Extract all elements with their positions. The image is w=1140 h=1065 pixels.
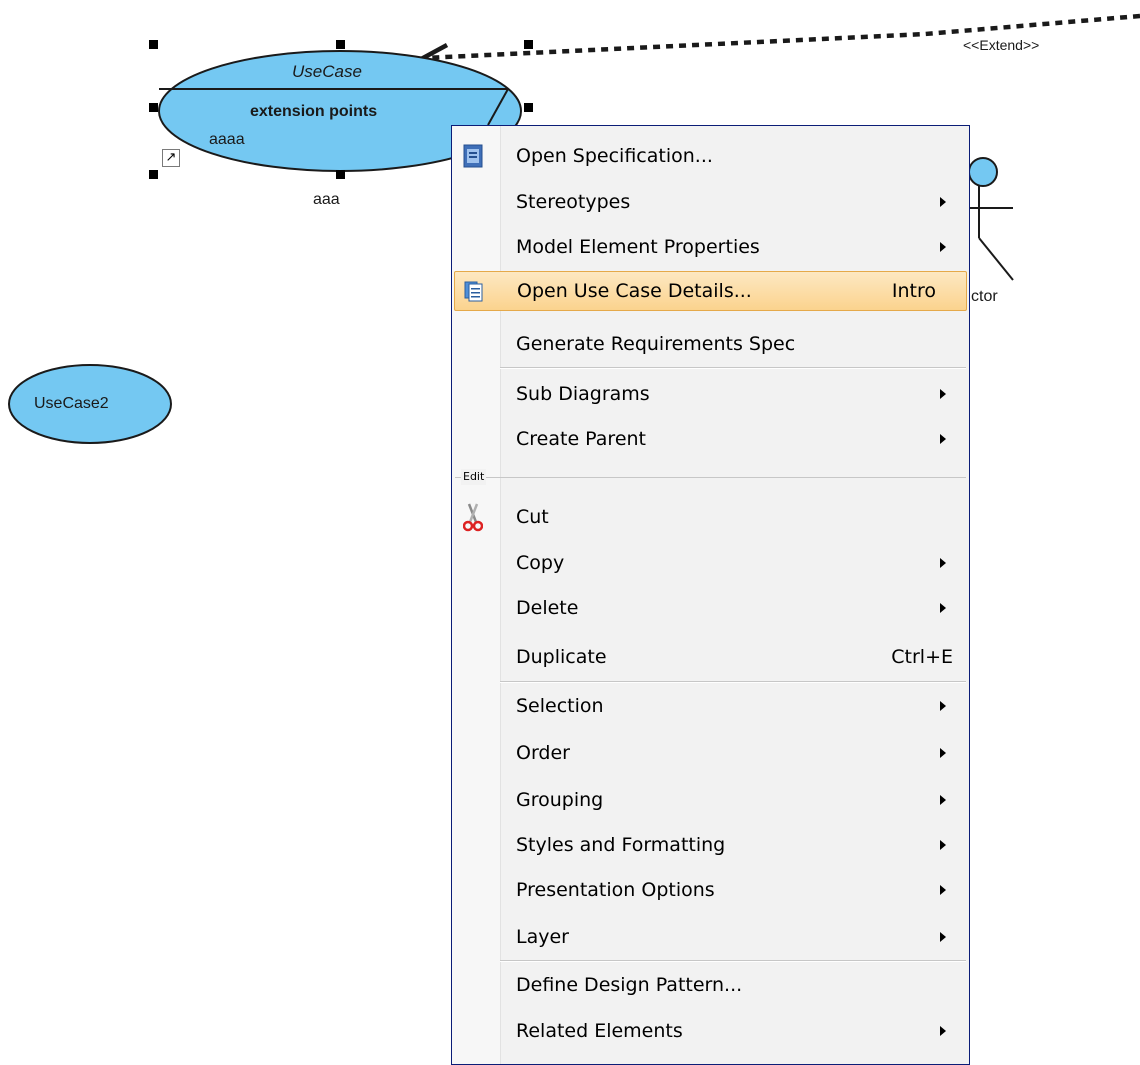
menu-item-layer[interactable]: Layer bbox=[454, 917, 967, 957]
menu-item-label: Presentation Options bbox=[516, 879, 715, 901]
menu-item-label: Cut bbox=[516, 506, 549, 528]
selection-handle-bottom[interactable] bbox=[336, 170, 345, 179]
menu-item-copy[interactable]: Copy bbox=[454, 543, 967, 583]
menu-item-model-element-properties[interactable]: Model Element Properties bbox=[454, 227, 967, 267]
menu-item-label: Stereotypes bbox=[516, 191, 631, 213]
menu-item-grouping[interactable]: Grouping bbox=[454, 780, 967, 820]
menu-separator bbox=[500, 367, 966, 369]
submenu-arrow-icon bbox=[940, 434, 946, 444]
use-case-label[interactable]: aaa bbox=[313, 191, 340, 209]
submenu-arrow-icon bbox=[940, 603, 946, 613]
submenu-arrow-icon bbox=[940, 197, 946, 207]
submenu-arrow-icon bbox=[940, 748, 946, 758]
menu-item-open-use-case-details[interactable]: Open Use Case Details... Intro bbox=[454, 271, 967, 311]
selection-handle-top[interactable] bbox=[336, 40, 345, 49]
actor-head[interactable] bbox=[968, 157, 998, 187]
submenu-arrow-icon bbox=[940, 932, 946, 942]
open-specification-icon bbox=[460, 143, 486, 169]
extension-points-title: extension points bbox=[250, 103, 378, 120]
menu-item-label: Copy bbox=[516, 552, 565, 574]
menu-item-label: Related Elements bbox=[516, 1020, 683, 1042]
submenu-arrow-icon bbox=[940, 242, 946, 252]
menu-item-duplicate[interactable]: Duplicate Ctrl+E bbox=[454, 637, 967, 677]
submenu-arrow-icon bbox=[940, 701, 946, 711]
submenu-arrow-icon bbox=[940, 795, 946, 805]
menu-item-presentation-options[interactable]: Presentation Options bbox=[454, 870, 967, 910]
menu-item-stereotypes[interactable]: Stereotypes bbox=[454, 182, 967, 222]
menu-separator bbox=[500, 960, 966, 962]
menu-item-related-elements[interactable]: Related Elements bbox=[454, 1011, 967, 1051]
menu-item-shortcut: Intro bbox=[891, 280, 936, 302]
menu-item-sub-diagrams[interactable]: Sub Diagrams bbox=[454, 374, 967, 414]
menu-group-line bbox=[455, 477, 966, 478]
context-menu: Open Specification... Stereotypes Model … bbox=[451, 125, 970, 1065]
menu-item-label: Grouping bbox=[516, 789, 604, 811]
submenu-arrow-icon bbox=[940, 840, 946, 850]
menu-item-label: Open Specification... bbox=[516, 145, 713, 167]
menu-item-label: Open Use Case Details... bbox=[517, 280, 752, 302]
menu-item-cut[interactable]: Cut bbox=[454, 497, 967, 537]
resource-catalog-icon[interactable]: ↗ bbox=[162, 149, 180, 167]
menu-item-label: Order bbox=[516, 742, 570, 764]
selection-handle-bottom-left[interactable] bbox=[149, 170, 158, 179]
diagram-canvas[interactable]: UseCase extension points aaaa aaa UseCas… bbox=[0, 0, 1140, 1065]
menu-separator bbox=[500, 681, 966, 683]
selection-handle-top-left[interactable] bbox=[149, 40, 158, 49]
menu-item-delete[interactable]: Delete bbox=[454, 588, 967, 628]
menu-group-separator-edit: Edit bbox=[455, 469, 966, 487]
menu-group-label: Edit bbox=[461, 469, 487, 485]
actor-leg-right bbox=[978, 237, 1014, 281]
selection-handle-left[interactable] bbox=[149, 103, 158, 112]
use-case-name[interactable]: UseCase bbox=[292, 62, 362, 82]
extend-stereotype-label: <<Extend>> bbox=[963, 37, 1040, 53]
use-case-details-icon bbox=[461, 278, 487, 304]
menu-item-label: Generate Requirements Spec bbox=[516, 333, 796, 355]
submenu-arrow-icon bbox=[940, 389, 946, 399]
menu-item-define-design-pattern[interactable]: Define Design Pattern... bbox=[454, 965, 967, 1005]
selection-handle-right[interactable] bbox=[524, 103, 533, 112]
menu-item-label: Styles and Formatting bbox=[516, 834, 726, 856]
menu-item-label: Duplicate bbox=[516, 646, 607, 668]
menu-item-styles-and-formatting[interactable]: Styles and Formatting bbox=[454, 825, 967, 865]
menu-item-label: Selection bbox=[516, 695, 604, 717]
actor-name[interactable]: ctor bbox=[971, 288, 998, 306]
use-case-2-name[interactable]: UseCase2 bbox=[34, 395, 109, 413]
menu-item-label: Model Element Properties bbox=[516, 236, 760, 258]
extension-point-item[interactable]: aaaa bbox=[209, 131, 245, 149]
menu-item-label: Delete bbox=[516, 597, 579, 619]
menu-item-selection[interactable]: Selection bbox=[454, 686, 967, 726]
menu-item-label: Layer bbox=[516, 926, 569, 948]
submenu-arrow-icon bbox=[940, 885, 946, 895]
menu-item-shortcut: Ctrl+E bbox=[891, 646, 953, 668]
submenu-arrow-icon bbox=[940, 1026, 946, 1036]
menu-item-order[interactable]: Order bbox=[454, 733, 967, 773]
menu-item-label: Define Design Pattern... bbox=[516, 974, 743, 996]
menu-item-create-parent[interactable]: Create Parent bbox=[454, 419, 967, 459]
menu-item-label: Create Parent bbox=[516, 428, 646, 450]
menu-item-open-specification[interactable]: Open Specification... bbox=[454, 136, 967, 176]
selection-handle-top-right[interactable] bbox=[524, 40, 533, 49]
menu-item-generate-requirements-spec[interactable]: Generate Requirements Spec bbox=[454, 324, 967, 364]
submenu-arrow-icon bbox=[940, 558, 946, 568]
scissors-icon bbox=[460, 503, 486, 532]
menu-item-label: Sub Diagrams bbox=[516, 383, 650, 405]
